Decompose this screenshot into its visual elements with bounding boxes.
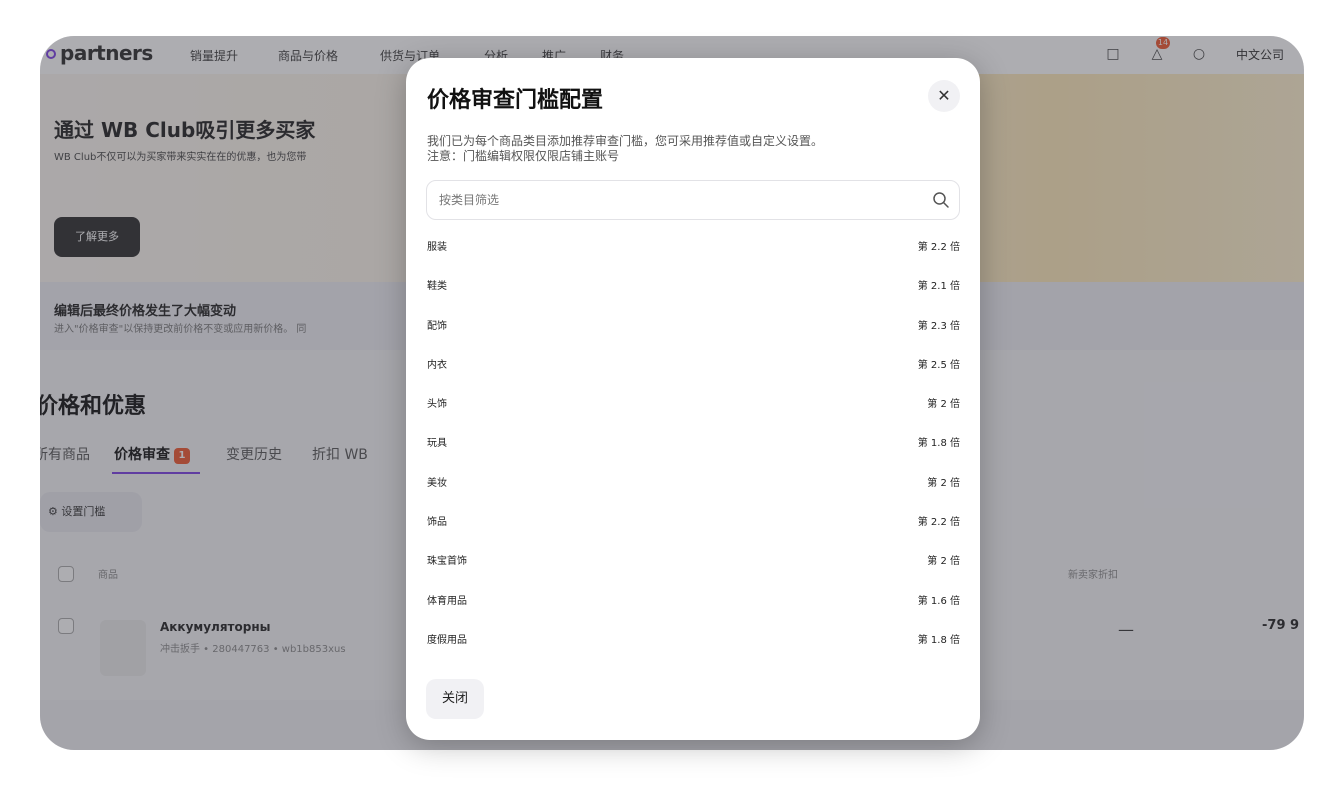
category-multiplier[interactable]: 第 2.2 倍 — [918, 513, 960, 528]
category-row[interactable]: 玩具 第 1.8 倍 — [426, 420, 960, 459]
category-name: 度假用品 — [427, 634, 467, 646]
category-name: 珠宝首饰 — [427, 556, 467, 568]
category-row[interactable]: 度假用品 第 1.8 倍 — [426, 617, 960, 656]
category-multiplier[interactable]: 第 2 倍 — [927, 395, 960, 410]
category-search — [426, 180, 960, 220]
category-search-input[interactable] — [427, 181, 907, 219]
description-line-2: 注意：门槛编辑权限仅限店铺主账号 — [427, 149, 620, 163]
category-name: 鞋类 — [427, 281, 447, 293]
search-icon[interactable] — [932, 191, 950, 209]
category-multiplier[interactable]: 第 2.1 倍 — [918, 277, 960, 292]
category-multiplier[interactable]: 第 1.6 倍 — [918, 592, 960, 607]
category-name: 玩具 — [427, 438, 447, 450]
modal-description: 我们已为每个商品类目添加推荐审查门槛，您可采用推荐值或自定义设置。 注意：门槛编… — [427, 134, 823, 164]
category-row[interactable]: 鞋类 第 2.1 倍 — [426, 263, 960, 302]
category-row[interactable]: 美妆 第 2 倍 — [426, 460, 960, 499]
category-row[interactable]: 体育用品 第 1.6 倍 — [426, 578, 960, 617]
category-row[interactable]: 内衣 第 2.5 倍 — [426, 342, 960, 381]
close-icon[interactable]: ✕ — [928, 80, 960, 112]
category-list: 服装第 2.2 倍鞋类第 2.1 倍配饰第 2.3 倍内衣第 2.5 倍头饰第 … — [426, 224, 960, 656]
modal-title: 价格审查门槛配置 — [427, 88, 604, 113]
category-multiplier[interactable]: 第 2 倍 — [927, 474, 960, 489]
category-multiplier[interactable]: 第 2 倍 — [927, 552, 960, 567]
category-multiplier[interactable]: 第 1.8 倍 — [918, 631, 960, 646]
category-name: 内衣 — [427, 359, 447, 371]
category-name: 体育用品 — [427, 595, 467, 607]
category-row[interactable]: 珠宝首饰 第 2 倍 — [426, 538, 960, 577]
category-multiplier[interactable]: 第 2.3 倍 — [918, 317, 960, 332]
category-name: 饰品 — [427, 517, 447, 529]
category-row[interactable]: 服装 第 2.2 倍 — [426, 224, 960, 263]
category-name: 头饰 — [427, 399, 447, 411]
category-name: 服装 — [427, 242, 447, 253]
threshold-config-modal: 价格审查门槛配置 ✕ 我们已为每个商品类目添加推荐审查门槛，您可采用推荐值或自定… — [406, 58, 980, 740]
category-multiplier[interactable]: 第 1.8 倍 — [918, 434, 960, 449]
category-name: 配饰 — [427, 320, 447, 332]
close-button[interactable]: 关闭 — [426, 679, 484, 719]
category-row[interactable]: 饰品 第 2.2 倍 — [426, 499, 960, 538]
category-row[interactable]: 头饰 第 2 倍 — [426, 381, 960, 420]
category-multiplier[interactable]: 第 2.5 倍 — [918, 356, 960, 371]
category-multiplier[interactable]: 第 2.2 倍 — [918, 238, 960, 253]
category-name: 美妆 — [427, 477, 447, 489]
category-row[interactable]: 配饰 第 2.3 倍 — [426, 303, 960, 342]
description-line-1: 我们已为每个商品类目添加推荐审查门槛，您可采用推荐值或自定义设置。 — [427, 134, 824, 148]
